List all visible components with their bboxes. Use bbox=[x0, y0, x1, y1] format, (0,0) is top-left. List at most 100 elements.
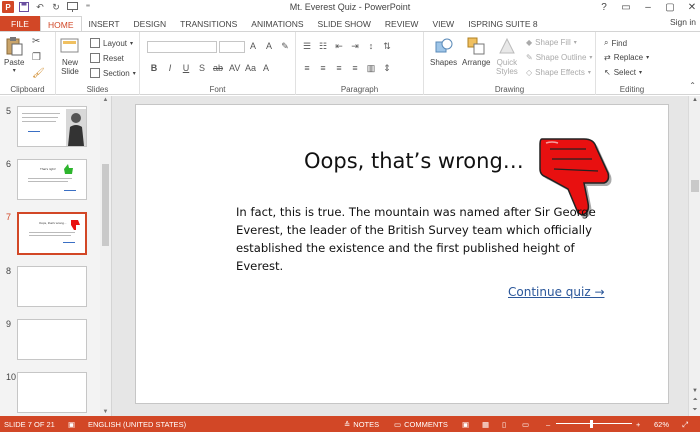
previous-slide-icon[interactable]: ⏶ bbox=[689, 397, 700, 404]
increase-indent-icon[interactable]: ⇥ bbox=[350, 41, 360, 52]
bullets-icon[interactable]: ☰ bbox=[302, 41, 312, 52]
align-text-icon[interactable]: ⇕ bbox=[382, 63, 392, 74]
numbering-icon[interactable]: ☷ bbox=[318, 41, 328, 52]
replace-button[interactable]: ⇄ Replace ▾ bbox=[604, 53, 649, 62]
language-indicator[interactable]: ENGLISH (UNITED STATES) bbox=[88, 420, 186, 429]
tab-file[interactable]: FILE bbox=[0, 16, 40, 32]
minimize-icon[interactable]: – bbox=[642, 2, 654, 13]
next-slide-icon[interactable]: ⏷ bbox=[689, 407, 700, 414]
font-name-select[interactable] bbox=[147, 41, 217, 53]
layout-button[interactable]: Layout ▾ bbox=[90, 38, 133, 48]
format-painter-button[interactable]: 🖌 bbox=[32, 68, 45, 79]
zoom-in-button[interactable]: + bbox=[636, 420, 640, 429]
zoom-slider[interactable] bbox=[556, 423, 632, 424]
scrollbar-thumb[interactable] bbox=[102, 164, 109, 246]
text-direction-icon[interactable]: ⇅ bbox=[382, 41, 392, 52]
scrollbar-thumb[interactable] bbox=[691, 180, 699, 192]
slide-title[interactable]: Oops, that’s wrong… bbox=[304, 149, 524, 173]
slide-thumbnail[interactable] bbox=[17, 266, 87, 307]
slide-thumbnail[interactable] bbox=[17, 372, 87, 413]
slide-show-view-icon[interactable]: ▭ bbox=[522, 420, 529, 429]
reading-view-icon[interactable]: ▯ bbox=[502, 420, 506, 429]
shapes-button[interactable]: Shapes bbox=[430, 36, 457, 67]
collapse-ribbon-icon[interactable]: ⌃ bbox=[689, 81, 696, 90]
ribbon-display-options-icon[interactable]: ▭ bbox=[620, 2, 632, 13]
continue-quiz-link[interactable]: Continue quiz → bbox=[508, 285, 605, 299]
align-center-icon[interactable]: ≡ bbox=[318, 63, 328, 74]
slide-thumbnail[interactable] bbox=[17, 106, 87, 147]
clipboard-group: Paste ▾ ✂ ❐ 🖌 Clipboard bbox=[0, 32, 56, 95]
normal-view-icon[interactable]: ▣ bbox=[462, 420, 469, 429]
slide-scrollbar[interactable]: ▲ ▼ ⏶ ⏷ bbox=[688, 96, 700, 416]
new-slide-button[interactable]: New Slide bbox=[60, 36, 80, 76]
align-right-icon[interactable]: ≡ bbox=[334, 63, 344, 74]
scroll-down-arrow-icon[interactable]: ▼ bbox=[689, 388, 700, 394]
chevron-down-icon: ▾ bbox=[646, 55, 650, 61]
change-case-icon[interactable]: Aa bbox=[245, 63, 256, 73]
strikethrough-icon[interactable]: ab bbox=[213, 63, 223, 73]
arrange-button[interactable]: Arrange bbox=[462, 36, 490, 67]
slide-thumbnail[interactable] bbox=[17, 319, 87, 360]
scroll-down-arrow-icon[interactable]: ▼ bbox=[100, 409, 111, 415]
spelling-icon[interactable]: ▣ bbox=[68, 420, 75, 429]
align-left-icon[interactable]: ≡ bbox=[302, 63, 312, 74]
cut-button[interactable]: ✂ bbox=[32, 36, 40, 47]
tab-view[interactable]: VIEW bbox=[425, 16, 461, 32]
slide-sorter-view-icon[interactable]: ▦ bbox=[482, 420, 489, 429]
shape-fill-button[interactable]: ◆ Shape Fill ▾ bbox=[526, 38, 577, 47]
ribbon-tabs: FILE HOME INSERT DESIGN TRANSITIONS ANIM… bbox=[0, 16, 700, 32]
section-button[interactable]: Section ▾ bbox=[90, 68, 136, 78]
copy-button[interactable]: ❐ bbox=[32, 52, 41, 63]
zoom-out-button[interactable]: – bbox=[546, 420, 550, 429]
select-button[interactable]: ↖ Select ▾ bbox=[604, 68, 642, 77]
decrease-font-size-icon[interactable]: A bbox=[264, 41, 274, 52]
font-size-select[interactable] bbox=[219, 41, 245, 53]
paste-button[interactable]: Paste ▾ bbox=[4, 36, 24, 74]
line-spacing-icon[interactable]: ↕ bbox=[366, 41, 376, 52]
tab-review[interactable]: REVIEW bbox=[378, 16, 426, 32]
tab-home[interactable]: HOME bbox=[40, 16, 82, 32]
decrease-indent-icon[interactable]: ⇤ bbox=[334, 41, 344, 52]
justify-icon[interactable]: ≡ bbox=[350, 63, 360, 74]
notes-button[interactable]: ≙ NOTES bbox=[344, 420, 379, 429]
italic-icon[interactable]: I bbox=[165, 63, 175, 73]
find-button[interactable]: ⌕ Find bbox=[604, 38, 627, 48]
comments-button[interactable]: ▭ COMMENTS bbox=[394, 420, 448, 429]
tab-insert[interactable]: INSERT bbox=[82, 16, 127, 32]
font-color-icon[interactable]: A bbox=[261, 63, 271, 73]
underline-icon[interactable]: U bbox=[181, 63, 191, 73]
chevron-down-icon: ▾ bbox=[589, 55, 593, 61]
scroll-up-arrow-icon[interactable]: ▲ bbox=[689, 97, 700, 103]
bold-icon[interactable]: B bbox=[149, 63, 159, 73]
scroll-up-arrow-icon[interactable]: ▲ bbox=[100, 97, 111, 103]
zoom-level[interactable]: 62% bbox=[654, 420, 669, 429]
slide-body-text[interactable]: In fact, this is true. The mountain was … bbox=[236, 203, 616, 275]
thumb-link-line bbox=[28, 131, 40, 132]
slide-canvas[interactable]: Oops, that’s wrong… In fact, this is tru… bbox=[135, 104, 669, 404]
slide-thumbnail[interactable]: That's right! bbox=[17, 159, 87, 200]
reset-button[interactable]: Reset bbox=[90, 53, 124, 63]
tab-animations[interactable]: ANIMATIONS bbox=[244, 16, 310, 32]
quick-styles-button[interactable]: Quick Styles bbox=[496, 36, 518, 76]
tab-transitions[interactable]: TRANSITIONS bbox=[173, 16, 244, 32]
shape-effects-button[interactable]: ◇ Shape Effects ▾ bbox=[526, 68, 591, 77]
tab-design[interactable]: DESIGN bbox=[127, 16, 174, 32]
text-shadow-icon[interactable]: S bbox=[197, 63, 207, 73]
thumbnail-scrollbar[interactable]: ▲ ▼ bbox=[100, 96, 111, 416]
tab-ispring-suite[interactable]: ISPRING SUITE 8 bbox=[461, 16, 544, 32]
thumb-link-line bbox=[64, 190, 76, 191]
clear-formatting-icon[interactable]: ✎ bbox=[280, 41, 290, 52]
zoom-slider-handle[interactable] bbox=[590, 420, 593, 428]
slides-group-label: Slides bbox=[86, 85, 109, 94]
close-icon[interactable]: ✕ bbox=[686, 2, 698, 13]
character-spacing-icon[interactable]: AV bbox=[229, 63, 240, 73]
help-icon[interactable]: ? bbox=[598, 2, 610, 13]
sign-in-link[interactable]: Sign in bbox=[670, 17, 696, 27]
columns-icon[interactable]: ▥ bbox=[366, 63, 376, 74]
fit-to-window-icon[interactable]: ⤢ bbox=[682, 420, 688, 430]
slide-thumbnail-selected[interactable]: Oops, that's wrong... bbox=[17, 212, 87, 255]
shape-outline-button[interactable]: ✎ Shape Outline ▾ bbox=[526, 53, 592, 62]
maximize-icon[interactable]: ▢ bbox=[664, 2, 676, 13]
increase-font-size-icon[interactable]: A bbox=[248, 41, 258, 52]
tab-slide-show[interactable]: SLIDE SHOW bbox=[311, 16, 378, 32]
